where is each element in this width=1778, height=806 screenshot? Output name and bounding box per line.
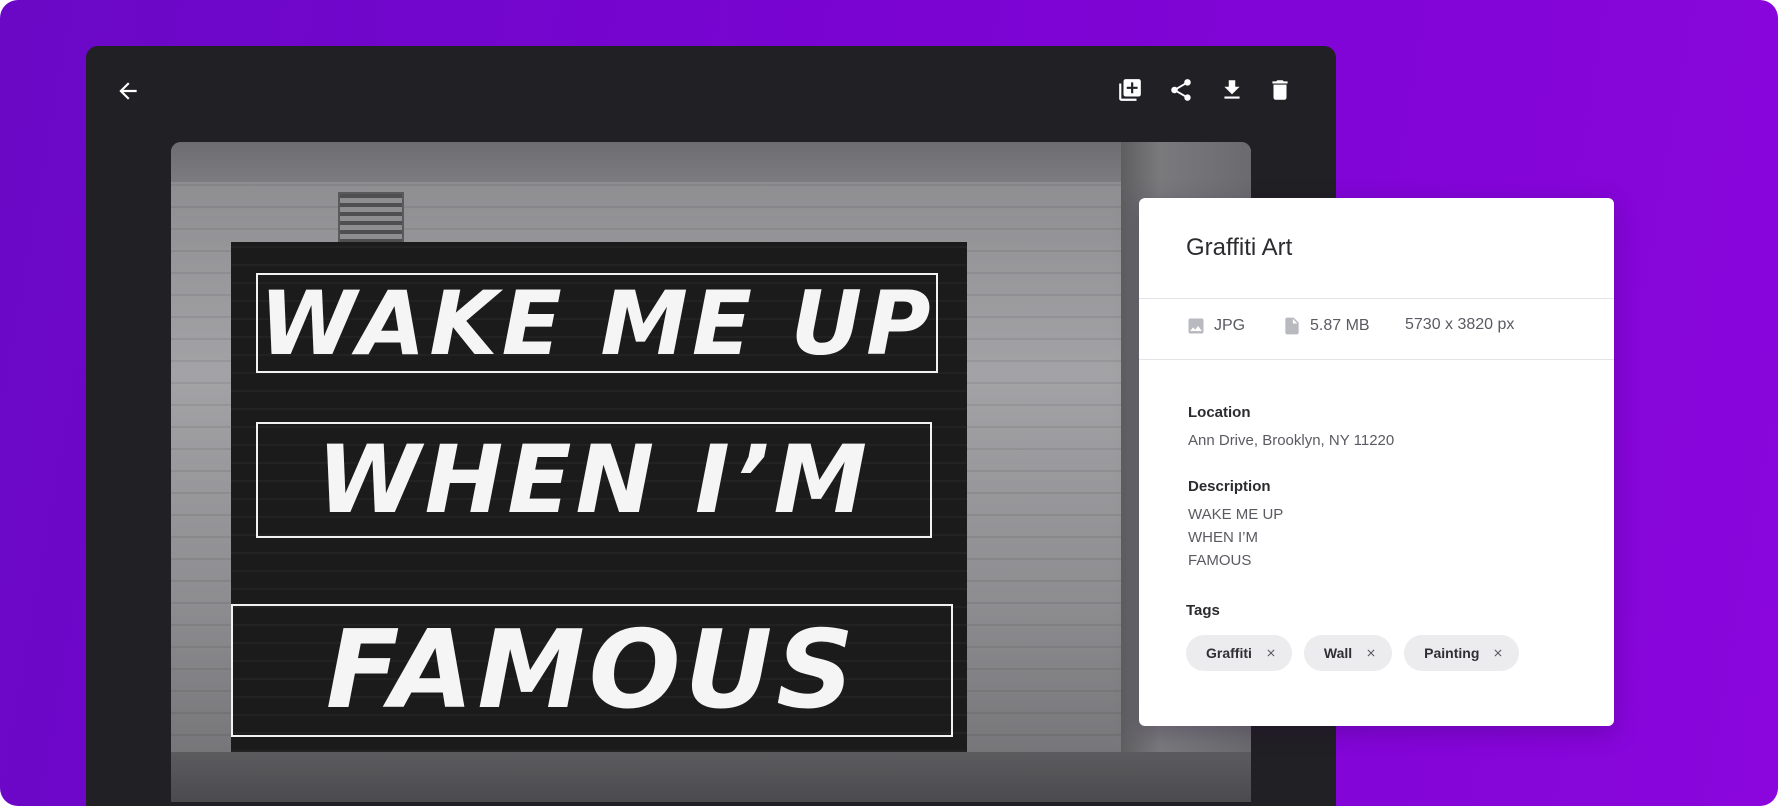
image-dimensions-value: 5730 x 3820 px (1405, 316, 1515, 333)
description-value: WAKE ME UP WHEN I’M FAMOUS (1188, 503, 1283, 572)
share-icon[interactable] (1165, 74, 1197, 106)
file-type-value: JPG (1214, 317, 1246, 334)
tag-label: Graffiti (1206, 645, 1252, 661)
image-icon (1188, 318, 1204, 334)
photo-lintel (171, 142, 1251, 182)
tag-chip[interactable]: Painting (1404, 635, 1520, 671)
mural: WAKE ME UP WHEN I’M FAMOUS (231, 242, 967, 770)
page-background: WAKE ME UP WHEN I’M FAMOUS Graffiti Art … (0, 0, 1778, 806)
mural-line-1: WAKE ME UP (256, 272, 938, 375)
divider (1139, 359, 1614, 360)
download-icon[interactable] (1216, 74, 1248, 106)
photo-floor (171, 752, 1251, 802)
image-dimensions: 5730 x 3820 px (1405, 316, 1514, 334)
description-line: WAKE ME UP (1188, 506, 1284, 523)
file-size: 5.87 MB (1282, 316, 1370, 336)
location-label: Location (1188, 404, 1251, 421)
trash-icon[interactable] (1264, 74, 1296, 106)
mural-line-3: FAMOUS (231, 604, 953, 737)
location-value: Ann Drive, Brooklyn, NY 11220 (1188, 432, 1395, 449)
tag-chip[interactable]: Wall (1303, 635, 1393, 671)
close-icon[interactable] (1364, 646, 1378, 660)
arrow-left-icon[interactable] (112, 75, 144, 107)
file-icon (1285, 317, 1299, 335)
close-icon[interactable] (1264, 646, 1278, 660)
tag-label: Painting (1424, 645, 1480, 661)
description-line: WHEN I’M (1188, 529, 1258, 546)
tags-label: Tags (1186, 602, 1220, 619)
tag-label: Wall (1323, 645, 1353, 661)
image-title: Graffiti Art (1186, 234, 1293, 261)
description-label: Description (1188, 478, 1271, 495)
library-add-icon[interactable] (1114, 74, 1146, 106)
description-line: FAMOUS (1188, 552, 1252, 569)
photo-preview: WAKE ME UP WHEN I’M FAMOUS (171, 142, 1251, 802)
divider (1139, 298, 1614, 299)
file-size-value: 5.87 MB (1310, 317, 1370, 334)
tag-list: Graffiti Wall Painting (1186, 635, 1520, 671)
file-type: JPG (1186, 316, 1245, 336)
tag-chip[interactable]: Graffiti (1186, 635, 1292, 671)
image-info-panel: Graffiti Art JPG 5.87 MB 5730 x 3820 px … (1139, 198, 1614, 726)
mural-line-2: WHEN I’M (256, 422, 932, 538)
close-icon[interactable] (1491, 646, 1505, 660)
